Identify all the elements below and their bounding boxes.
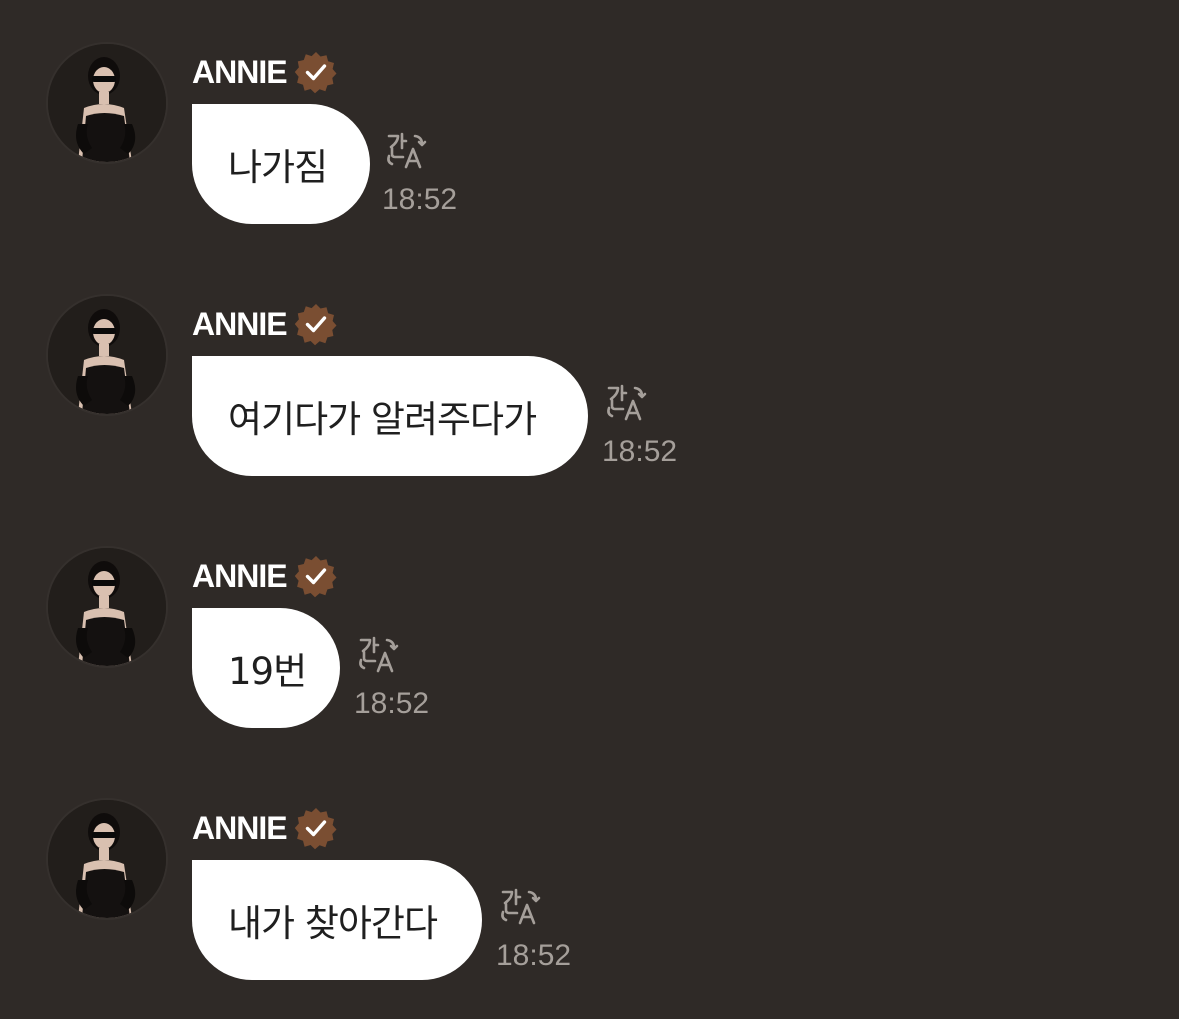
sender-name[interactable]: ANNIE: [192, 554, 288, 598]
avatar[interactable]: [48, 800, 166, 918]
message-bubble[interactable]: 19번: [192, 608, 340, 728]
message-row: ANNIE 나가짐 18:52: [0, 0, 1179, 252]
message-timestamp: 18:52: [354, 687, 430, 720]
sender-row: ANNIE: [192, 806, 339, 850]
message-bubble[interactable]: 내가 찾아간다: [192, 860, 482, 980]
message-meta: 18:52: [382, 128, 474, 224]
message-text: 여기다가 알려주다가: [228, 398, 537, 441]
sender-name[interactable]: ANNIE: [192, 302, 288, 346]
avatar[interactable]: [48, 548, 166, 666]
sender-row: ANNIE: [192, 554, 339, 598]
message-row: ANNIE 19번 18:52: [0, 504, 1179, 756]
avatar-image: [48, 548, 166, 666]
sender-name[interactable]: ANNIE: [192, 50, 288, 94]
message-row: ANNIE 여기다가 알려주다가 18:52: [0, 252, 1179, 504]
message-meta: 18:52: [354, 632, 446, 728]
message-timestamp: 18:52: [602, 435, 678, 468]
message-meta: 18:52: [496, 884, 588, 980]
translate-icon[interactable]: [384, 128, 432, 176]
message-timestamp: 18:52: [382, 183, 458, 216]
sender-name[interactable]: ANNIE: [192, 806, 288, 850]
message-row: ANNIE 내가 찾아간다 18:52: [0, 756, 1179, 1008]
verified-badge-icon: [294, 556, 337, 598]
verified-badge-icon: [294, 304, 337, 346]
translate-icon[interactable]: [498, 884, 546, 932]
translate-icon[interactable]: [604, 380, 652, 428]
sender-row: ANNIE: [192, 302, 339, 346]
message-bubble[interactable]: 여기다가 알려주다가: [192, 356, 588, 476]
avatar-image: [48, 44, 166, 162]
message-text: 19번: [228, 650, 307, 693]
message-bubble[interactable]: 나가짐: [192, 104, 370, 224]
verified-badge-icon: [294, 808, 337, 850]
translate-icon[interactable]: [356, 632, 404, 680]
avatar[interactable]: [48, 296, 166, 414]
sender-row: ANNIE: [192, 50, 339, 94]
avatar[interactable]: [48, 44, 166, 162]
avatar-image: [48, 800, 166, 918]
verified-badge-icon: [294, 52, 337, 94]
avatar-image: [48, 296, 166, 414]
chat-message-list: ANNIE 나가짐 18:52 ANNIE 여기다가 알려주다가 18:52 A…: [0, 0, 1179, 1019]
message-text: 나가짐: [228, 146, 328, 189]
message-meta: 18:52: [602, 380, 694, 476]
message-timestamp: 18:52: [496, 939, 572, 972]
message-text: 내가 찾아간다: [228, 902, 438, 945]
